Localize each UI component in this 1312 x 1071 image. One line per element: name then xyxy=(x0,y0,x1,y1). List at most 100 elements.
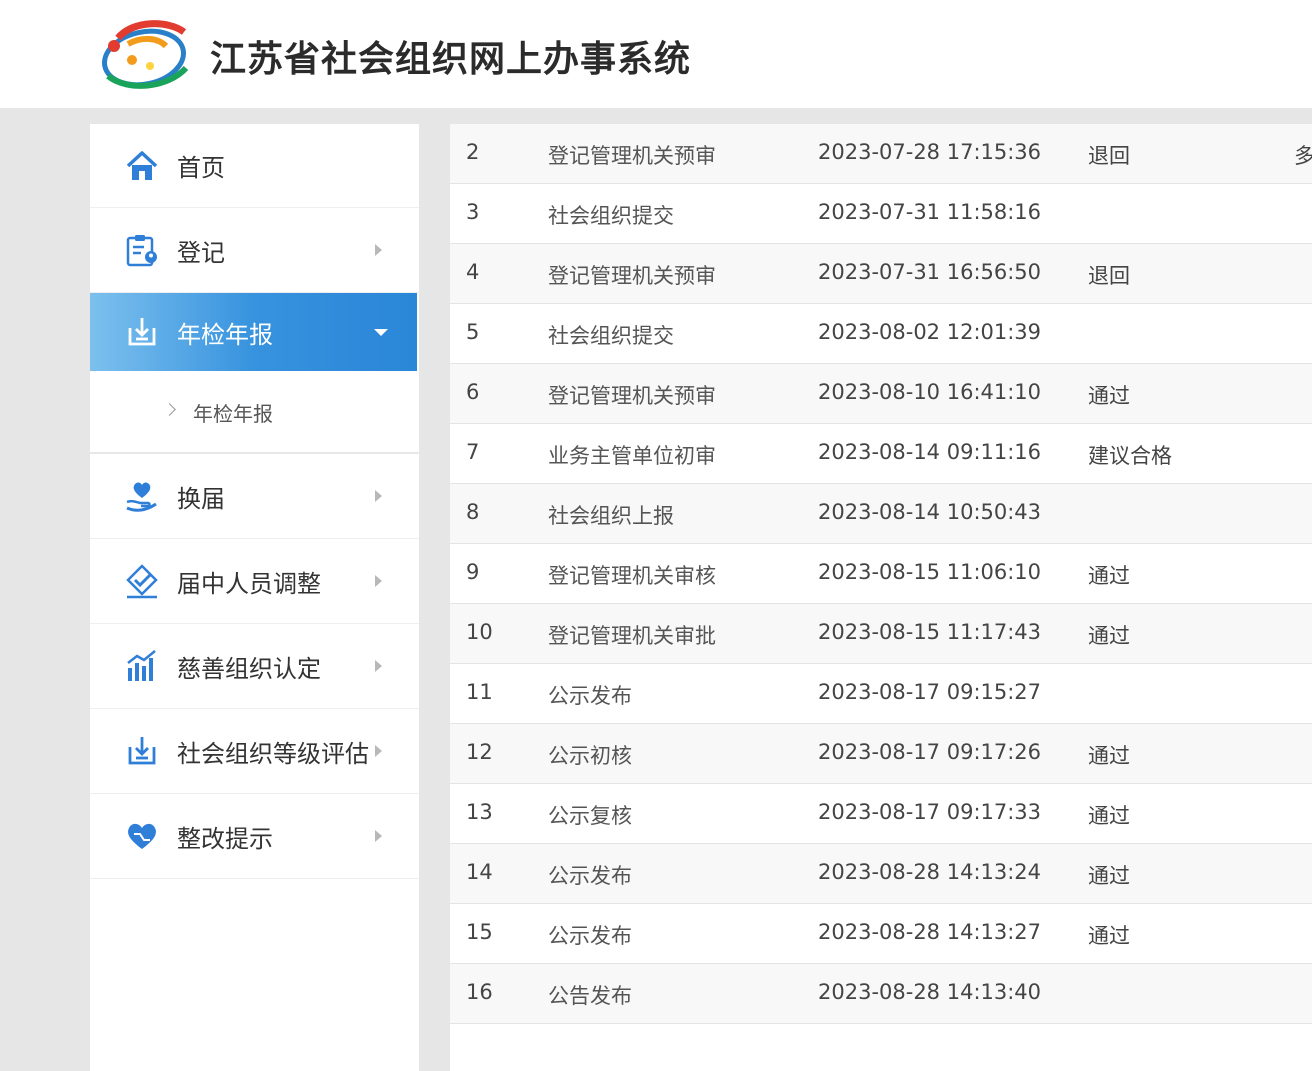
check-diamond-icon xyxy=(126,564,158,599)
row-time: 2023-07-28 17:15:36 xyxy=(818,140,1042,164)
row-time: 2023-08-28 14:13:24 xyxy=(818,860,1042,884)
row-number: 16 xyxy=(466,980,493,1004)
sidebar-item-home[interactable]: 首页 xyxy=(90,124,419,208)
row-result: 通过 xyxy=(1088,624,1130,648)
sidebar-item-registration[interactable]: 登记 xyxy=(90,208,419,293)
table-row: 12 公示初核 2023-08-17 09:17:26 通过 xyxy=(450,724,1312,784)
row-number: 5 xyxy=(466,320,480,344)
row-number: 11 xyxy=(466,680,493,704)
sidebar-item-label: 慈善组织认定 xyxy=(177,654,321,683)
chevron-right-icon xyxy=(375,660,382,672)
table-row: 7 业务主管单位初审 2023-08-14 09:11:16 建议合格 xyxy=(450,424,1312,484)
row-number: 6 xyxy=(466,380,480,404)
caret-down-icon xyxy=(374,328,388,336)
row-time: 2023-08-15 11:06:10 xyxy=(818,560,1042,584)
table-row: 5 社会组织提交 2023-08-02 12:01:39 xyxy=(450,304,1312,364)
row-step: 公示初核 xyxy=(548,744,632,768)
header: 江苏省社会组织网上办事系统 xyxy=(0,0,1312,108)
row-step: 登记管理机关预审 xyxy=(548,264,716,288)
row-step: 登记管理机关预审 xyxy=(548,144,716,168)
download-tray-icon xyxy=(128,737,156,765)
row-clipped-text: 多 xyxy=(1294,144,1312,168)
process-table: 2 登记管理机关预审 2023-07-28 17:15:36 退回 多 3 社会… xyxy=(450,124,1312,1071)
row-result: 通过 xyxy=(1088,864,1130,888)
row-time: 2023-08-28 14:13:27 xyxy=(818,920,1042,944)
row-time: 2023-08-14 09:11:16 xyxy=(818,440,1042,464)
row-result: 通过 xyxy=(1088,384,1130,408)
logo xyxy=(102,20,189,89)
row-result: 退回 xyxy=(1088,264,1130,288)
hand-heart-icon xyxy=(126,482,157,512)
row-time: 2023-08-14 10:50:43 xyxy=(818,500,1042,524)
home-icon xyxy=(126,150,158,180)
table-row: 11 公示发布 2023-08-17 09:15:27 xyxy=(450,664,1312,724)
row-number: 12 xyxy=(466,740,493,764)
table-row: 6 登记管理机关预审 2023-08-10 16:41:10 通过 xyxy=(450,364,1312,424)
table-row: 4 登记管理机关预审 2023-07-31 16:56:50 退回 xyxy=(450,244,1312,304)
row-number: 8 xyxy=(466,500,480,524)
row-result: 退回 xyxy=(1088,144,1130,168)
row-result: 通过 xyxy=(1088,744,1130,768)
row-number: 13 xyxy=(466,800,493,824)
table-row: 14 公示发布 2023-08-28 14:13:24 通过 xyxy=(450,844,1312,904)
row-number: 3 xyxy=(466,200,480,224)
table-row: 15 公示发布 2023-08-28 14:13:27 通过 xyxy=(450,904,1312,964)
row-time: 2023-08-10 16:41:10 xyxy=(818,380,1042,404)
row-step: 登记管理机关审核 xyxy=(548,564,716,588)
sidebar-item-annual-report[interactable]: 年检年报 xyxy=(90,293,417,371)
table-row: 16 公告发布 2023-08-28 14:13:40 xyxy=(450,964,1312,1024)
sidebar-item-charity-cert[interactable]: 慈善组织认定 xyxy=(90,624,419,709)
row-step: 公告发布 xyxy=(548,984,632,1008)
sidebar-subitem-label: 年检年报 xyxy=(193,402,273,426)
row-step: 登记管理机关预审 xyxy=(548,384,716,408)
sidebar-subitem-annual-report[interactable]: 年检年报 xyxy=(90,371,419,454)
row-number: 2 xyxy=(466,140,480,164)
row-time: 2023-08-02 12:01:39 xyxy=(818,320,1042,344)
table-row: 3 社会组织提交 2023-07-31 11:58:16 xyxy=(450,184,1312,244)
row-time: 2023-08-17 09:15:27 xyxy=(818,680,1042,704)
table-row: 13 公示复核 2023-08-17 09:17:33 通过 xyxy=(450,784,1312,844)
row-step: 社会组织提交 xyxy=(548,204,674,228)
row-time: 2023-07-31 11:58:16 xyxy=(818,200,1042,224)
row-result: 建议合格 xyxy=(1088,444,1172,468)
sidebar-item-label: 届中人员调整 xyxy=(177,569,321,598)
row-number: 14 xyxy=(466,860,493,884)
row-number: 9 xyxy=(466,560,480,584)
row-step: 公示发布 xyxy=(548,924,632,948)
row-step: 公示复核 xyxy=(548,804,632,828)
row-result: 通过 xyxy=(1088,924,1130,948)
row-step: 社会组织上报 xyxy=(548,504,674,528)
row-step: 社会组织提交 xyxy=(548,324,674,348)
chevron-right-icon xyxy=(375,244,382,256)
site-title: 江苏省社会组织网上办事系统 xyxy=(210,39,692,80)
heart-icon xyxy=(128,823,156,849)
table-row: 2 登记管理机关预审 2023-07-28 17:15:36 退回 多 xyxy=(450,124,1312,184)
sidebar-item-label: 登记 xyxy=(177,238,225,267)
row-step: 业务主管单位初审 xyxy=(548,444,716,468)
row-time: 2023-08-17 09:17:33 xyxy=(818,800,1042,824)
row-time: 2023-08-15 11:17:43 xyxy=(818,620,1042,644)
sidebar-item-label: 整改提示 xyxy=(177,824,273,853)
sidebar-nav: 首页 登记 年检年报 年检年报 换届 届中人员调整 慈善组织认定 社会组织等级评… xyxy=(90,124,419,1071)
sidebar-item-label: 换届 xyxy=(177,484,225,513)
row-step: 登记管理机关审批 xyxy=(548,624,716,648)
table-row: 8 社会组织上报 2023-08-14 10:50:43 xyxy=(450,484,1312,544)
table-row: 10 登记管理机关审批 2023-08-15 11:17:43 通过 xyxy=(450,604,1312,664)
row-step: 公示发布 xyxy=(548,864,632,888)
sidebar-item-grade-eval[interactable]: 社会组织等级评估 xyxy=(90,709,419,794)
sidebar-item-label: 社会组织等级评估 xyxy=(177,739,369,768)
row-number: 7 xyxy=(466,440,480,464)
download-tray-icon xyxy=(128,318,156,346)
sidebar-item-term-change[interactable]: 换届 xyxy=(90,454,419,539)
row-number: 15 xyxy=(466,920,493,944)
sidebar-item-label: 年检年报 xyxy=(177,320,273,349)
table-row: 9 登记管理机关审核 2023-08-15 11:06:10 通过 xyxy=(450,544,1312,604)
row-result: 通过 xyxy=(1088,804,1130,828)
sidebar-item-rectification[interactable]: 整改提示 xyxy=(90,794,419,879)
row-time: 2023-07-31 16:56:50 xyxy=(818,260,1042,284)
row-number: 4 xyxy=(466,260,480,284)
row-number: 10 xyxy=(466,620,493,644)
clipboard-user-icon xyxy=(126,235,157,267)
row-time: 2023-08-28 14:13:40 xyxy=(818,980,1042,1004)
sidebar-item-personnel-adjust[interactable]: 届中人员调整 xyxy=(90,539,419,624)
